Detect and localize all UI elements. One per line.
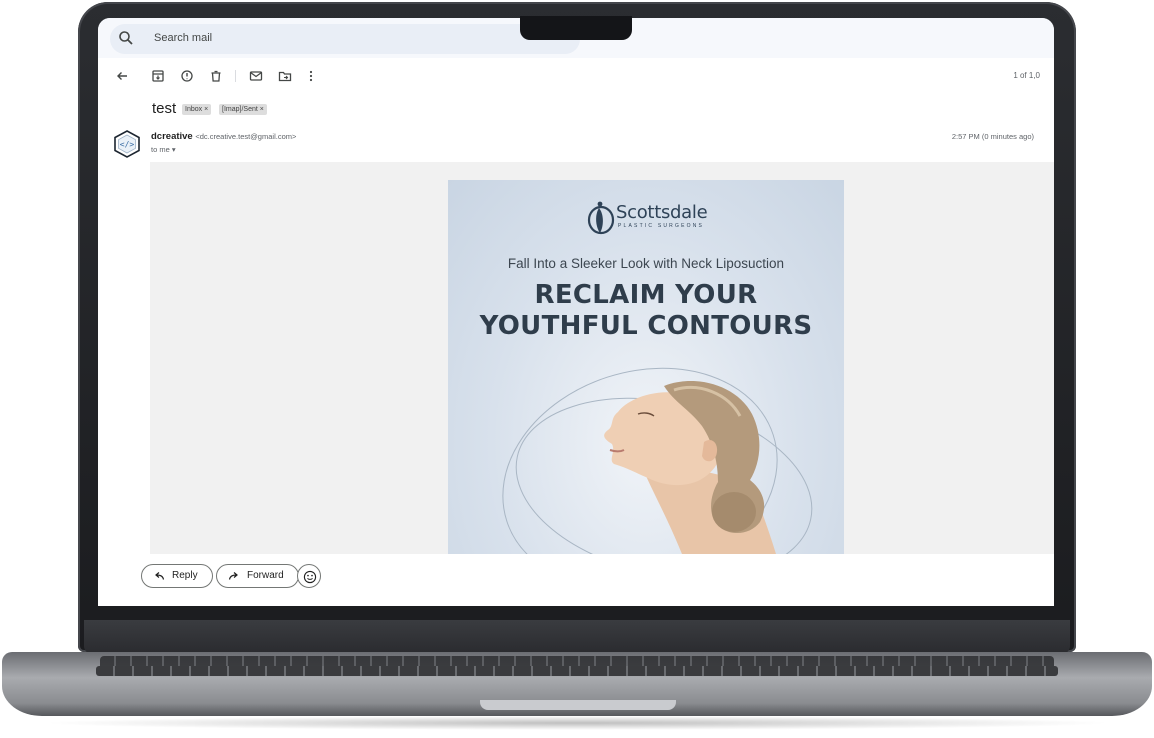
- report-spam-icon[interactable]: [179, 68, 195, 84]
- laptop-shadow: [40, 716, 1114, 730]
- forward-button[interactable]: Forward: [216, 564, 299, 588]
- message-toolbar: 1 of 1,0: [98, 64, 1054, 90]
- mark-unread-icon[interactable]: [248, 68, 264, 84]
- search-input[interactable]: Search mail: [154, 32, 212, 44]
- brand-subtitle: PLASTIC SURGEONS: [618, 223, 705, 229]
- brand-logo-icon: [587, 201, 615, 235]
- toolbar-divider: [235, 70, 236, 82]
- woman-profile-illustration: [502, 367, 813, 554]
- sender-line: dcreative <dc.creative.test@gmail.com>: [151, 131, 296, 142]
- email-subject: test: [152, 100, 177, 117]
- move-to-icon[interactable]: [277, 68, 293, 84]
- banner-tagline: Fall Into a Sleeker Look with Neck Lipos…: [507, 256, 785, 271]
- delete-icon[interactable]: [208, 68, 224, 84]
- pagination-counter: 1 of 1,0: [1013, 71, 1040, 80]
- forward-label: Forward: [247, 570, 284, 581]
- message-timestamp: 2:57 PM (0 minutes ago): [951, 132, 1034, 141]
- camera-notch: [520, 16, 632, 40]
- email-banner-image: Scottsdale PLASTIC SURGEONS Fall Into a …: [448, 180, 844, 554]
- svg-text:</>: </>: [120, 140, 135, 149]
- laptop-trackpad-lip: [480, 700, 676, 710]
- reply-icon: [155, 572, 165, 580]
- laptop-bezel-chin: [84, 620, 1070, 654]
- sender-email: <dc.creative.test@gmail.com>: [195, 132, 297, 141]
- headline-line-2: YOUTHFUL CONTOURS: [479, 311, 813, 341]
- emoji-reaction-button[interactable]: [297, 564, 321, 588]
- search-icon[interactable]: [118, 30, 134, 46]
- banner-headline: RECLAIM YOUR YOUTHFUL CONTOURS: [448, 280, 844, 342]
- brand-name: Scottsdale: [616, 202, 708, 223]
- laptop-screen: Search mail 1 of 1,0 test Inbox × [Imap]…: [98, 18, 1054, 606]
- reply-button[interactable]: Reply: [141, 564, 213, 588]
- forward-icon: [228, 572, 238, 580]
- label-chip-inbox[interactable]: Inbox ×: [182, 104, 212, 115]
- back-arrow-icon[interactable]: [114, 68, 130, 84]
- label-chip-sent[interactable]: [Imap]/Sent ×: [219, 104, 267, 115]
- recipient-details-toggle[interactable]: to me ▾: [151, 145, 176, 154]
- archive-icon[interactable]: [150, 68, 166, 84]
- reply-label: Reply: [172, 570, 198, 581]
- add-emoji-icon: [303, 570, 317, 584]
- headline-line-1: RECLAIM YOUR: [534, 280, 758, 310]
- laptop-keyboard-row: [96, 666, 1058, 676]
- sender-name[interactable]: dcreative: [151, 131, 193, 142]
- search-bar[interactable]: Search mail: [110, 24, 580, 54]
- sender-avatar[interactable]: </>: [114, 130, 140, 158]
- more-vert-icon[interactable]: [303, 68, 319, 84]
